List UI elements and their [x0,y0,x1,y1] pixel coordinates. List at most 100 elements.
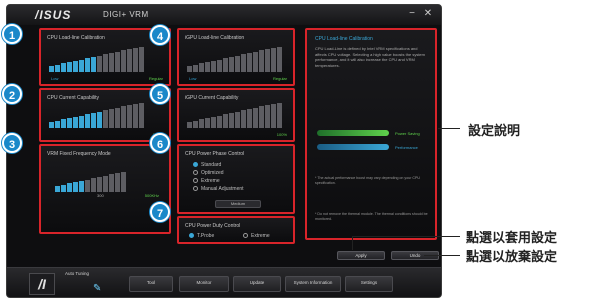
level-step[interactable] [55,120,60,128]
level-step[interactable] [265,105,270,128]
igpu-llc-slider[interactable] [187,46,282,72]
level-step[interactable] [193,64,198,72]
level-step[interactable] [223,58,228,72]
level-step[interactable] [73,60,78,72]
duty-option-extreme[interactable]: Extreme [243,233,270,239]
level-step[interactable] [127,49,132,72]
level-step[interactable] [85,58,90,72]
level-step[interactable] [265,49,270,72]
level-step[interactable] [103,110,108,128]
level-step[interactable] [91,56,96,72]
phase-option-optimized[interactable]: Optimized [193,170,224,176]
tab-update[interactable]: Update [233,276,281,292]
tab-system-information[interactable]: System Information [285,276,341,292]
phase-option-extreme[interactable]: Extreme [193,178,220,184]
level-step[interactable] [55,186,60,192]
level-step[interactable] [217,59,222,72]
level-step[interactable] [217,115,222,128]
level-step[interactable] [139,102,144,128]
level-step[interactable] [193,120,198,128]
level-step[interactable] [97,55,102,72]
level-step[interactable] [97,176,102,192]
level-step[interactable] [277,102,282,128]
level-step[interactable] [229,56,234,72]
callout-line-apply [352,236,460,237]
apply-button[interactable]: Apply [337,251,385,260]
phase-option-manual[interactable]: Manual Adjustment [193,186,244,192]
tab-monitor[interactable]: Monitor [179,276,229,292]
level-step[interactable] [109,53,114,72]
level-step[interactable] [61,119,66,128]
level-step[interactable] [199,119,204,128]
level-step[interactable] [187,122,192,128]
level-step[interactable] [259,106,264,128]
level-step[interactable] [79,180,84,192]
level-step[interactable] [103,175,108,192]
level-step[interactable] [121,106,126,128]
level-step[interactable] [205,118,210,128]
level-step[interactable] [79,115,84,128]
level-step[interactable] [199,63,204,72]
level-step[interactable] [109,174,114,192]
level-step[interactable] [139,46,144,72]
level-step[interactable] [109,109,114,128]
level-step[interactable] [61,184,66,192]
level-step[interactable] [241,54,246,72]
level-step[interactable] [49,66,54,72]
level-step[interactable] [91,112,96,128]
level-step[interactable] [79,59,84,72]
level-step[interactable] [247,53,252,72]
level-step[interactable] [115,51,120,72]
level-step[interactable] [115,107,120,128]
level-step[interactable] [271,47,276,72]
level-step[interactable] [55,64,60,72]
level-step[interactable] [253,51,258,72]
level-step[interactable] [73,182,78,192]
level-step[interactable] [49,122,54,128]
level-step[interactable] [259,50,264,72]
phase-option-standard[interactable]: Standard [193,162,221,168]
level-step[interactable] [67,118,72,128]
level-step[interactable] [211,116,216,128]
level-step[interactable] [67,62,72,72]
level-step[interactable] [121,171,126,192]
level-step[interactable] [61,63,66,72]
level-step[interactable] [187,66,192,72]
tab-tool[interactable]: Tool [129,276,173,292]
level-step[interactable] [205,62,210,72]
level-step[interactable] [235,55,240,72]
level-step[interactable] [253,107,258,128]
vrm-frequency-slider[interactable] [55,166,126,192]
level-step[interactable] [91,178,96,192]
home-button[interactable]: /I [29,273,55,295]
cpu-current-slider[interactable] [49,102,144,128]
igpu-current-slider[interactable] [187,102,282,128]
phase-medium-button[interactable]: Medium [215,200,261,208]
level-step[interactable] [121,50,126,72]
duty-option-tprobe[interactable]: T.Probe [189,233,214,239]
level-step[interactable] [271,103,276,128]
level-step[interactable] [85,114,90,128]
minimize-button[interactable]: − [405,8,419,20]
level-step[interactable] [127,105,132,128]
tab-settings[interactable]: Settings [345,276,393,292]
cpu-llc-slider[interactable] [49,46,144,72]
level-step[interactable] [241,110,246,128]
level-step[interactable] [211,60,216,72]
level-step[interactable] [115,173,120,192]
close-button[interactable]: ✕ [421,8,435,20]
level-step[interactable] [73,116,78,128]
level-step[interactable] [85,179,90,192]
level-step[interactable] [235,111,240,128]
level-step[interactable] [97,111,102,128]
level-step[interactable] [67,183,72,192]
level-step[interactable] [229,112,234,128]
level-step[interactable] [247,109,252,128]
level-step[interactable] [133,47,138,72]
level-step[interactable] [133,103,138,128]
level-step[interactable] [223,114,228,128]
level-step[interactable] [277,46,282,72]
scale-high-label: 100% [276,132,287,137]
level-step[interactable] [103,54,108,72]
auto-tuning-button[interactable]: Auto Tuning ✎ [65,271,115,297]
